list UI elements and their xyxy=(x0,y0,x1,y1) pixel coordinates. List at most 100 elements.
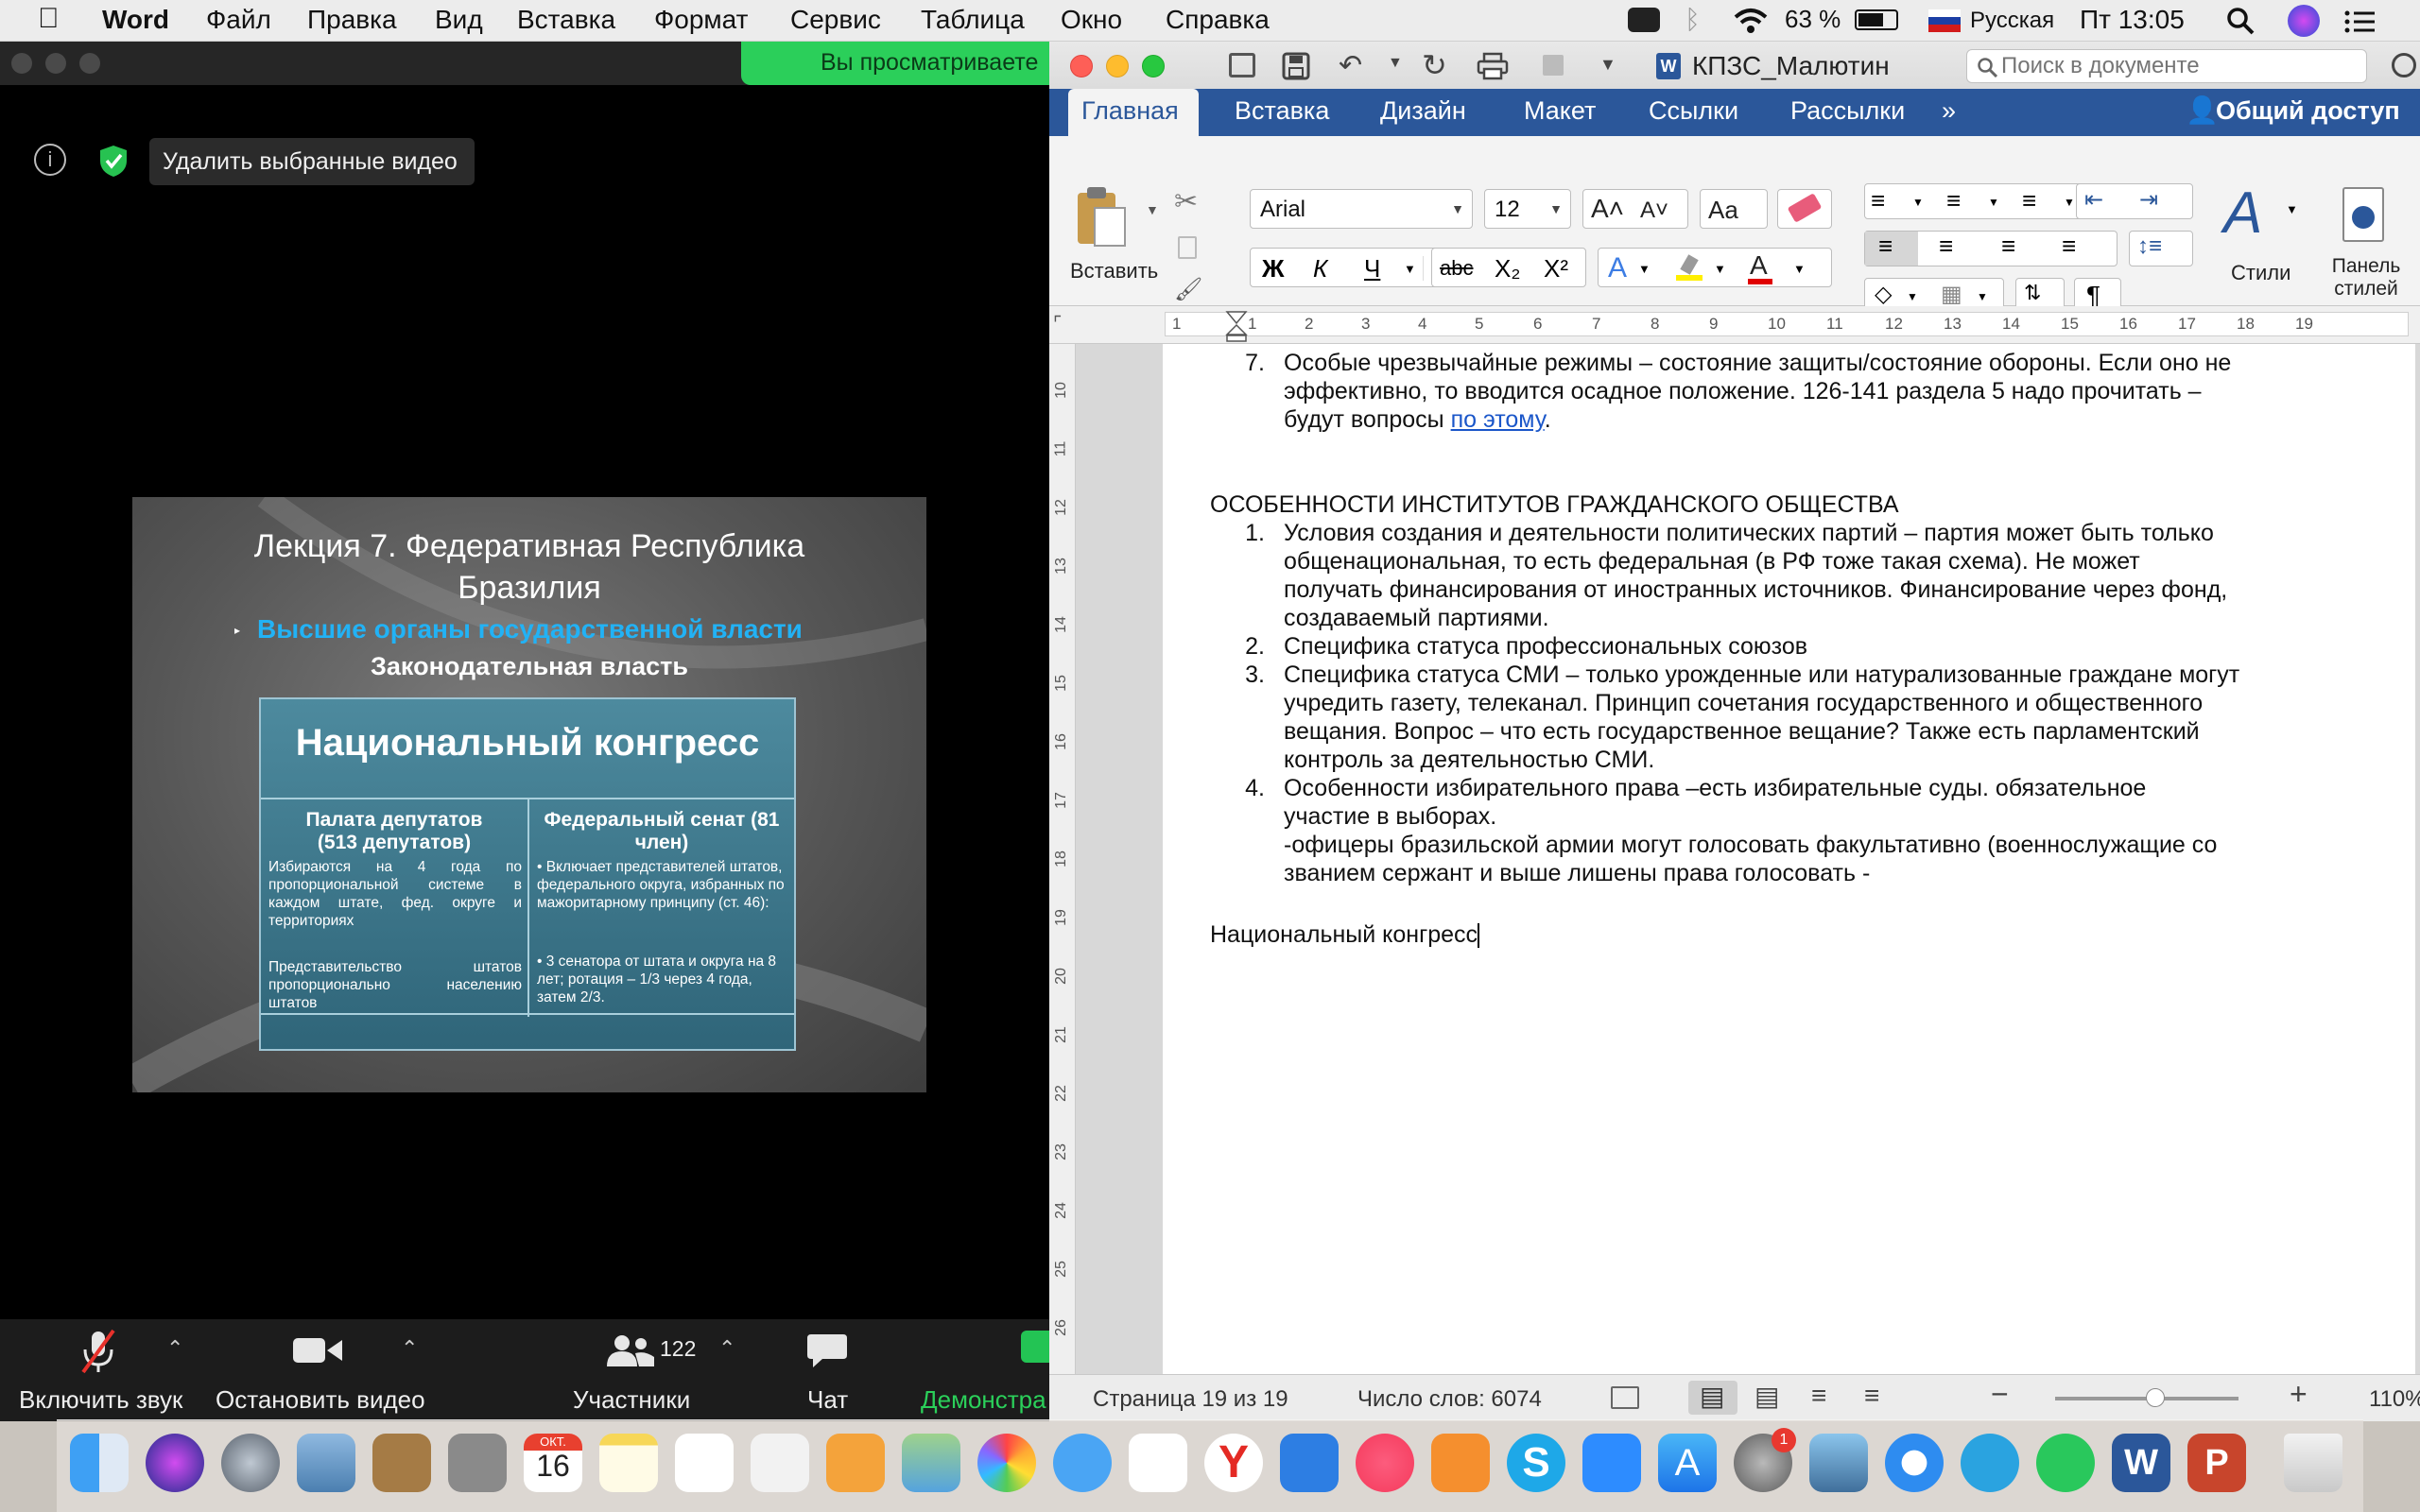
underline-button[interactable]: Ч xyxy=(1364,254,1380,284)
format-painter-icon[interactable]: 🖌 xyxy=(1174,276,1202,303)
participants-button[interactable]: 122 Участники xyxy=(567,1319,700,1421)
web-layout-icon[interactable]: ▤ xyxy=(1754,1381,1779,1412)
zoom-app-icon[interactable] xyxy=(1582,1434,1641,1492)
word-fullscreen-button[interactable] xyxy=(1142,55,1165,77)
unmute-button[interactable]: Включить звук xyxy=(19,1319,182,1421)
zoom-minimize-button[interactable] xyxy=(45,53,66,74)
menu-window[interactable]: Окно xyxy=(1061,5,1122,35)
input-language[interactable]: Русская xyxy=(1970,8,2054,34)
system-preferences-icon[interactable]: 1 xyxy=(1734,1428,1796,1492)
copy-icon[interactable] xyxy=(1178,236,1197,259)
trash-icon[interactable] xyxy=(2284,1434,2342,1492)
menu-file[interactable]: Файл xyxy=(206,5,271,35)
telegram-icon[interactable] xyxy=(1961,1434,2019,1492)
numbers-icon[interactable] xyxy=(1129,1434,1187,1492)
menu-insert[interactable]: Вставка xyxy=(517,5,615,35)
calculator-icon[interactable] xyxy=(448,1434,507,1492)
word-count[interactable]: Число слов: 6074 xyxy=(1357,1386,1542,1413)
borders-dropdown-icon[interactable]: ▼ xyxy=(1977,290,1988,303)
grow-font-icon[interactable]: A˄ xyxy=(1591,194,1624,224)
indent-marker-icon[interactable] xyxy=(1225,310,1248,342)
styles-button[interactable]: A ▼ Стили xyxy=(2214,180,2305,306)
menu-tools[interactable]: Сервис xyxy=(790,5,881,35)
undo-dropdown-icon[interactable]: ▼ xyxy=(1388,55,1403,72)
multilevel-dropdown-icon[interactable]: ▼ xyxy=(2064,196,2075,209)
menu-clock[interactable]: Пт 13:05 xyxy=(2080,5,2185,35)
numbering-dropdown-icon[interactable]: ▼ xyxy=(1988,196,1999,209)
siri-dock-icon[interactable] xyxy=(146,1434,204,1492)
battery-icon[interactable] xyxy=(1855,9,1898,30)
justify-button[interactable]: ≡ xyxy=(2062,232,2076,261)
photos-icon[interactable] xyxy=(977,1434,1036,1492)
underline-dropdown-icon[interactable]: ▼ xyxy=(1404,262,1416,276)
menu-edit[interactable]: Правка xyxy=(307,5,397,35)
spelling-flagged-text[interactable]: по этому xyxy=(1451,406,1545,433)
text-effects-dropdown-icon[interactable]: ▼ xyxy=(1638,262,1651,276)
tab-references[interactable]: Ссылки xyxy=(1649,96,1738,126)
keynote-icon[interactable] xyxy=(1280,1434,1339,1492)
superscript-button[interactable]: X² xyxy=(1544,254,1568,284)
safari-icon[interactable] xyxy=(1885,1434,1944,1492)
contacts-icon[interactable] xyxy=(372,1434,431,1492)
whatsapp-icon[interactable] xyxy=(2036,1434,2095,1492)
horizontal-ruler[interactable]: ⌜ 1 1 2 3 4 5 6 7 8 9 10 11 12 13 14 15 16 17 18 19 xyxy=(1049,306,2420,344)
apple-icon[interactable]:  xyxy=(38,3,60,35)
app-store-icon[interactable]: A xyxy=(1658,1434,1717,1492)
document-search-field[interactable] xyxy=(1966,49,2367,83)
tab-design[interactable]: Дизайн xyxy=(1380,96,1466,126)
books-icon[interactable] xyxy=(1431,1434,1490,1492)
print-layout-view-button[interactable]: ▤ xyxy=(1688,1381,1737,1415)
music-icon[interactable] xyxy=(1356,1434,1414,1492)
zoom-in-button[interactable]: + xyxy=(2290,1377,2308,1412)
clear-format-button[interactable] xyxy=(1777,189,1832,229)
yandex-browser-icon[interactable]: Y xyxy=(1204,1434,1263,1492)
spotlight-search-icon[interactable] xyxy=(2225,6,2256,36)
tab-home[interactable]: Главная xyxy=(1068,89,1199,136)
shading-dropdown-icon[interactable]: ▼ xyxy=(1907,290,1918,303)
paste-button[interactable]: ▼ Вставить xyxy=(1059,183,1163,291)
word-close-button[interactable] xyxy=(1070,55,1093,77)
save-icon[interactable] xyxy=(1282,52,1310,80)
strikethrough-button[interactable]: abc xyxy=(1440,256,1473,281)
document-page[interactable]: 7. Особые чрезвычайные режимы – состояни… xyxy=(1163,344,2415,1374)
draft-view-icon[interactable]: ≡ xyxy=(1864,1381,1879,1411)
bold-button[interactable]: Ж xyxy=(1262,254,1285,284)
menu-view[interactable]: Вид xyxy=(435,5,483,35)
quick-access-more-icon[interactable]: ▼ xyxy=(1599,55,1616,75)
font-color-dropdown-icon[interactable]: ▼ xyxy=(1793,262,1806,276)
zoom-out-button[interactable]: − xyxy=(1991,1377,2009,1412)
redo-icon[interactable]: ↻ xyxy=(1422,47,1447,83)
align-right-button[interactable]: ≡ xyxy=(2001,232,2015,261)
launchpad-icon[interactable] xyxy=(221,1434,280,1492)
cut-icon[interactable]: ✂ xyxy=(1174,185,1198,218)
word-dock-icon[interactable]: W xyxy=(2112,1434,2170,1492)
align-left-button[interactable]: ≡ xyxy=(1865,232,1918,266)
styles-pane-button[interactable]: Панель стилей xyxy=(2314,183,2418,306)
text-effects-icon[interactable]: A xyxy=(1608,252,1627,284)
bullets-icon[interactable]: ≡ xyxy=(1871,186,1885,215)
textedit-icon[interactable] xyxy=(751,1434,809,1492)
tab-layout[interactable]: Макет xyxy=(1524,96,1596,126)
undo-icon[interactable]: ↶ xyxy=(1339,49,1362,82)
powerpoint-icon[interactable]: P xyxy=(2187,1434,2246,1492)
shrink-font-icon[interactable]: A˅ xyxy=(1640,198,1668,224)
share-banner[interactable]: Вы просматриваете xyxy=(741,42,1049,85)
italic-button[interactable]: К xyxy=(1313,254,1327,284)
zoom-status-icon[interactable] xyxy=(1628,8,1660,32)
menu-format[interactable]: Формат xyxy=(654,5,748,35)
wifi-icon[interactable] xyxy=(1732,8,1770,34)
shield-check-icon[interactable] xyxy=(98,144,129,178)
align-center-button[interactable]: ≡ xyxy=(1939,232,1953,261)
change-case-button[interactable]: Aa xyxy=(1700,189,1768,229)
font-name-select[interactable]: Arial ▼ xyxy=(1250,189,1473,229)
borders-icon[interactable]: ▦ xyxy=(1941,281,1962,308)
subscript-button[interactable]: X₂ xyxy=(1495,254,1520,284)
stop-video-button[interactable]: Остановить видео xyxy=(216,1319,425,1421)
page-indicator[interactable]: Страница 19 из 19 xyxy=(1093,1386,1288,1413)
reminders-icon[interactable] xyxy=(675,1434,734,1492)
share-access-button[interactable]: 👤 Общий доступ xyxy=(2174,89,2411,136)
siri-icon[interactable] xyxy=(2288,5,2320,37)
flag-ru-icon[interactable] xyxy=(1928,9,1961,32)
share-screen-button[interactable]: Демонстра xyxy=(908,1319,1049,1421)
decrease-indent-icon[interactable]: ⇤ xyxy=(2084,186,2103,214)
